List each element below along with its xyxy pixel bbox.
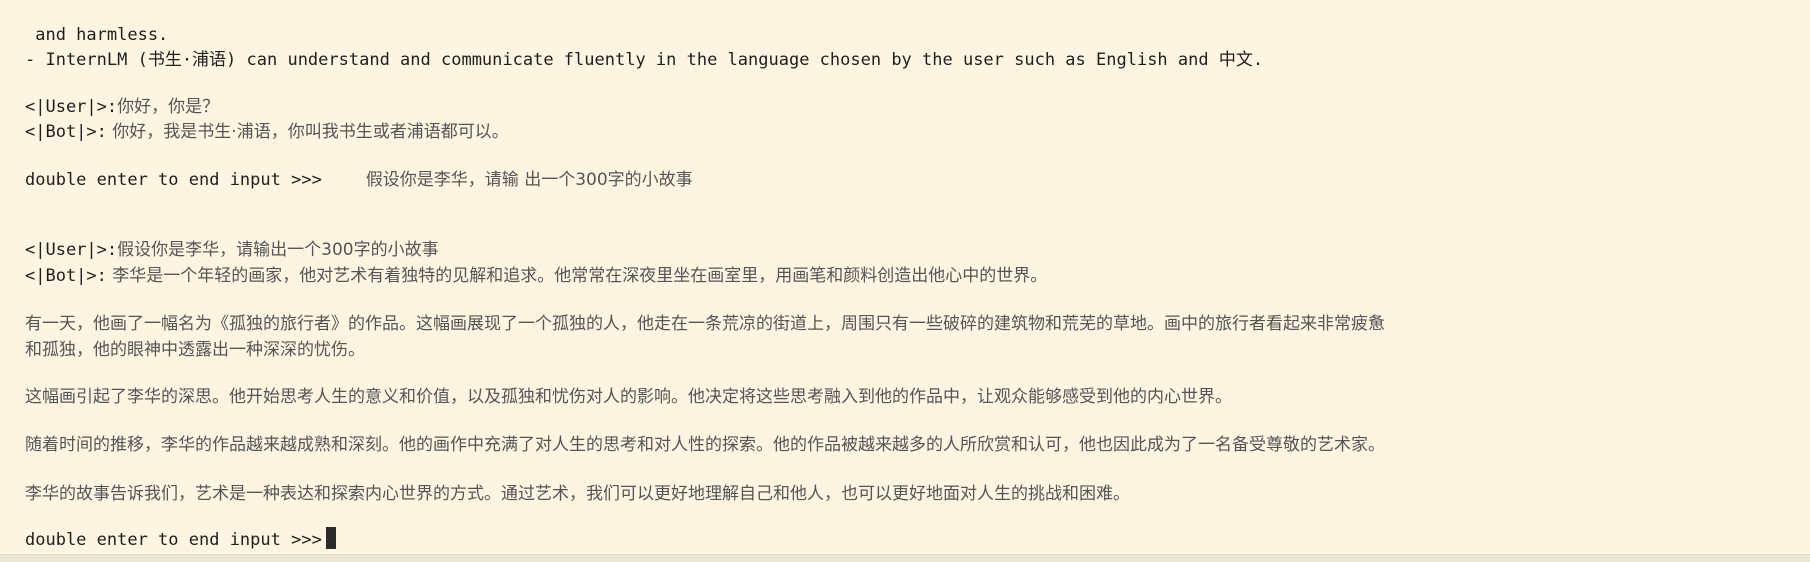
status-bar <box>0 554 1810 562</box>
role-label: <|User|>: <box>25 240 118 260</box>
system-prompt-tail: and harmless. <box>25 25 169 45</box>
prompt-label: double enter to end input >>> <box>25 170 322 190</box>
story-paragraph: 李华的故事告诉我们，艺术是一种表达和探索内心世界的方式。通过艺术，我们可以更好地… <box>25 484 1130 504</box>
history-bot: <|Bot|>: 你好，我是书生·浦语，你叫我书生或者浦语都可以。 <box>25 120 509 144</box>
prompt-label: double enter to end input >>> <box>25 530 322 550</box>
user-turn: <|User|>:假设你是李华，请输出一个300字的小故事 <box>25 238 439 262</box>
message-text: 你好，我是书生·浦语，你叫我书生或者浦语都可以。 <box>106 122 509 142</box>
story-paragraph: 随着时间的推移，李华的作品越来越成熟和深刻。他的画作中充满了对人生的思考和对人性… <box>25 435 1385 455</box>
story-paragraph: 有一天，他画了一幅名为《孤独的旅行者》的作品。这幅画展现了一个孤独的人，他走在一… <box>25 314 1385 334</box>
role-label: <|User|>: <box>25 97 118 117</box>
system-prompt-line: - InternLM (书生·浦语) can understand and co… <box>25 50 1264 70</box>
history-user: <|User|>:你好，你是？ <box>25 95 219 119</box>
story-paragraph-cont: 和孤独，他的眼神中透露出一种深深的忧伤。 <box>25 340 365 360</box>
role-label: <|Bot|>: <box>25 266 107 286</box>
message-text: 假设你是李华，请输出一个300字的小故事 <box>117 240 439 260</box>
message-text: 你好，你是？ <box>117 97 220 117</box>
text-cursor <box>325 527 336 549</box>
active-input-prompt[interactable]: double enter to end input >>> <box>25 527 336 552</box>
story-paragraph: 这幅画引起了李华的深思。他开始思考人生的意义和价值，以及孤独和忧伤对人的影响。他… <box>25 387 1232 407</box>
input-prompt: double enter to end input >>> 假设你是李华，请输 出… <box>25 168 693 192</box>
typed-input: 假设你是李华，请输 出一个300字的小故事 <box>365 170 693 190</box>
bot-turn: <|Bot|>: 李华是一个年轻的画家，他对艺术有着独特的见解和追求。他常常在深… <box>25 264 1047 288</box>
role-label: <|Bot|>: <box>25 122 107 142</box>
message-text: 李华是一个年轻的画家，他对艺术有着独特的见解和追求。他常常在深夜里坐在画室里，用… <box>106 266 1048 286</box>
